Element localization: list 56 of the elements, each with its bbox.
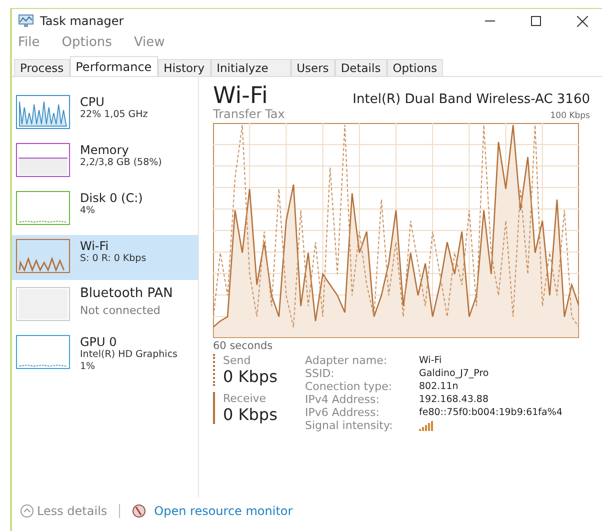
resource-item[interactable]: CPU 22% 1,05 GHz xyxy=(12,91,198,136)
resource-item[interactable]: Memory 2,2/3,8 GB (58%) xyxy=(12,139,198,184)
graph-max-label: 100 Kbps xyxy=(550,111,590,121)
property-label: SSID: xyxy=(305,367,336,380)
resource-monitor-icon xyxy=(132,504,146,518)
tab[interactable]: Users xyxy=(290,59,335,76)
close-icon xyxy=(576,16,588,26)
resource-detail: Intel(R) HD Graphics xyxy=(80,349,178,361)
property-value: Wi-Fi xyxy=(419,354,443,367)
menu-item[interactable]: File xyxy=(18,35,40,50)
maximize-icon xyxy=(531,16,541,26)
tab[interactable]: History xyxy=(158,59,211,76)
property-label: IPv4 Address: xyxy=(305,393,380,406)
tab[interactable]: Process xyxy=(14,59,70,76)
less-details-button[interactable]: Less details xyxy=(20,504,108,518)
resource-name: Bluetooth PAN xyxy=(80,287,173,301)
signal-strength-icon xyxy=(419,420,435,430)
property-label: Signal intensity: xyxy=(305,419,394,432)
resource-item[interactable]: Bluetooth PAN Not connected xyxy=(12,283,198,328)
menu-item[interactable]: Options xyxy=(62,35,112,50)
property-value: fe80::75f0:b004:19b9:61fa%4 xyxy=(419,406,562,419)
property-label: IPv6 Address: xyxy=(305,406,380,419)
resource-monitor-link[interactable]: Open resource monitor xyxy=(154,504,293,518)
receive-rate: Receive 0 Kbps xyxy=(213,392,283,424)
property-value: 802.11n xyxy=(419,380,460,393)
resource-detail: 22% 1,05 GHz xyxy=(80,109,148,121)
time-span-label: 60 seconds xyxy=(213,340,274,352)
property-label: Conection type: xyxy=(305,380,394,393)
property-label: Adapter name: xyxy=(305,354,388,367)
property-value: 192.168.43.88 xyxy=(419,393,490,406)
resource-name: CPU xyxy=(80,95,106,109)
resource-item[interactable]: GPU 0 Intel(R) HD Graphics 1% xyxy=(12,331,198,376)
resource-detail: Not connected xyxy=(80,305,162,317)
tab[interactable]: Details xyxy=(334,59,387,76)
chevron-up-icon xyxy=(20,504,34,518)
tab[interactable]: Initialyze xyxy=(210,59,291,76)
send-rate: Send 0 Kbps xyxy=(213,354,283,386)
device-name: Intel(R) Dual Band Wireless-AC 3160 xyxy=(352,92,590,107)
resource-name: Memory xyxy=(80,143,130,157)
resource-name: GPU 0 xyxy=(80,335,118,349)
task-manager-icon xyxy=(18,14,34,28)
panel-title: Wi-Fi xyxy=(213,83,268,109)
resource-name: Disk 0 (C:) xyxy=(80,191,143,205)
resource-detail: 2,2/3,8 GB (58%) xyxy=(80,157,162,169)
property-value: Galdino_J7_Pro xyxy=(419,367,490,380)
resource-item[interactable]: Wi-Fi S: 0 R: 0 Kbps xyxy=(12,235,198,280)
window-title: Task manager xyxy=(40,14,125,28)
resource-detail: S: 0 R: 0 Kbps xyxy=(80,253,146,265)
resource-detail: 1% xyxy=(80,361,96,373)
tab[interactable]: Options xyxy=(386,59,444,76)
menu-item[interactable]: View xyxy=(134,35,165,50)
resource-detail: 4% xyxy=(80,205,96,217)
resource-name: Wi-Fi xyxy=(80,239,110,253)
graph-label: Transfer Tax xyxy=(213,107,285,121)
tab[interactable]: Performance xyxy=(70,56,158,76)
resource-item[interactable]: Disk 0 (C:) 4% xyxy=(12,187,198,232)
